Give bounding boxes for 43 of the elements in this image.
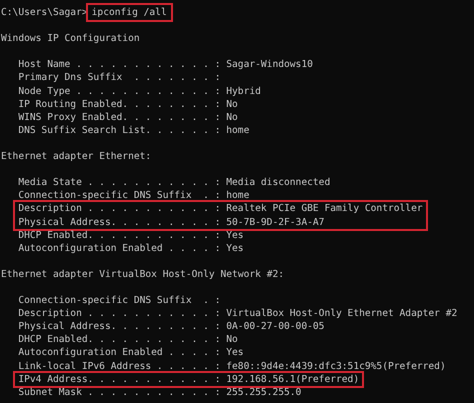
section-heading: Windows IP Configuration xyxy=(1,32,141,46)
field-label: Media State . . . . . . . . . . . : xyxy=(18,177,220,188)
field-label: Link-local IPv6 Address . . . . . : xyxy=(18,360,220,372)
field-value: Realtek PCIe GBE Family Controller xyxy=(226,203,423,214)
field-label: Subnet Mask . . . . . . . . . . . : xyxy=(18,386,220,398)
field-value: Yes xyxy=(226,347,244,358)
field-label: Primary Dns Suffix . . . . . . . : xyxy=(18,72,220,84)
field-value: Yes xyxy=(226,242,244,254)
section-heading: Ethernet adapter VirtualBox Host-Only Network #2: xyxy=(1,268,286,281)
field-value: 255.255.255.0 xyxy=(226,386,302,398)
field-value: 0A-00-27-00-00-05 xyxy=(226,321,324,332)
field-value: No xyxy=(226,334,238,346)
field-value: Yes xyxy=(226,230,244,241)
field-label: Connection-specific DNS Suffix . : xyxy=(18,295,220,306)
field-label: DNS Suffix Search List. . . . . . : xyxy=(18,124,220,136)
field-label: Physical Address. . . . . . . . . : xyxy=(18,321,220,332)
prompt-path: C:\Users\Sagar> xyxy=(1,7,88,18)
field-label: Description . . . . . . . . . . . : xyxy=(18,203,220,214)
field-label: WINS Proxy Enabled. . . . . . . . : xyxy=(18,112,220,123)
field-value: Hybrid xyxy=(226,86,261,97)
field-label: Node Type . . . . . . . . . . . . : xyxy=(18,86,220,97)
field-value: 192.168.56.1(Preferred) xyxy=(226,374,360,385)
field-label: Host Name . . . . . . . . . . . . : xyxy=(18,59,220,70)
field-label: Description . . . . . . . . . . . : xyxy=(18,308,220,320)
field-value: fe80::9d4e:4439:dfc3:51c9%5(Preferred) xyxy=(226,360,446,372)
field-label: DHCP Enabled. . . . . . . . . . . : xyxy=(18,230,220,241)
field-label: Autoconfiguration Enabled . . . . : xyxy=(18,242,220,254)
field-label: DHCP Enabled. . . . . . . . . . . : xyxy=(18,334,220,346)
field-value: Media disconnected xyxy=(226,177,330,188)
field-label: IPv4 Address. . . . . . . . . . . : xyxy=(18,374,220,385)
field-label: Autoconfiguration Enabled . . . . : xyxy=(18,347,220,358)
field-value: Sagar-Windows10 xyxy=(226,59,313,70)
field-value: home xyxy=(226,190,250,202)
field-label: IP Routing Enabled. . . . . . . . : xyxy=(18,98,220,110)
field-value: No xyxy=(226,98,238,110)
field-value: home xyxy=(226,124,250,136)
field-label: Connection-specific DNS Suffix . : xyxy=(18,190,220,202)
field-value: 50-7B-9D-2F-3A-A7 xyxy=(226,216,324,228)
section-heading: Ethernet adapter Ethernet: xyxy=(1,150,152,164)
field-value: No xyxy=(226,112,238,123)
field-value: VirtualBox Host-Only Ethernet Adapter #2 xyxy=(226,308,458,320)
typed-command: ipconfig /all xyxy=(86,3,173,22)
field-label: Physical Address. . . . . . . . . : xyxy=(18,216,220,228)
